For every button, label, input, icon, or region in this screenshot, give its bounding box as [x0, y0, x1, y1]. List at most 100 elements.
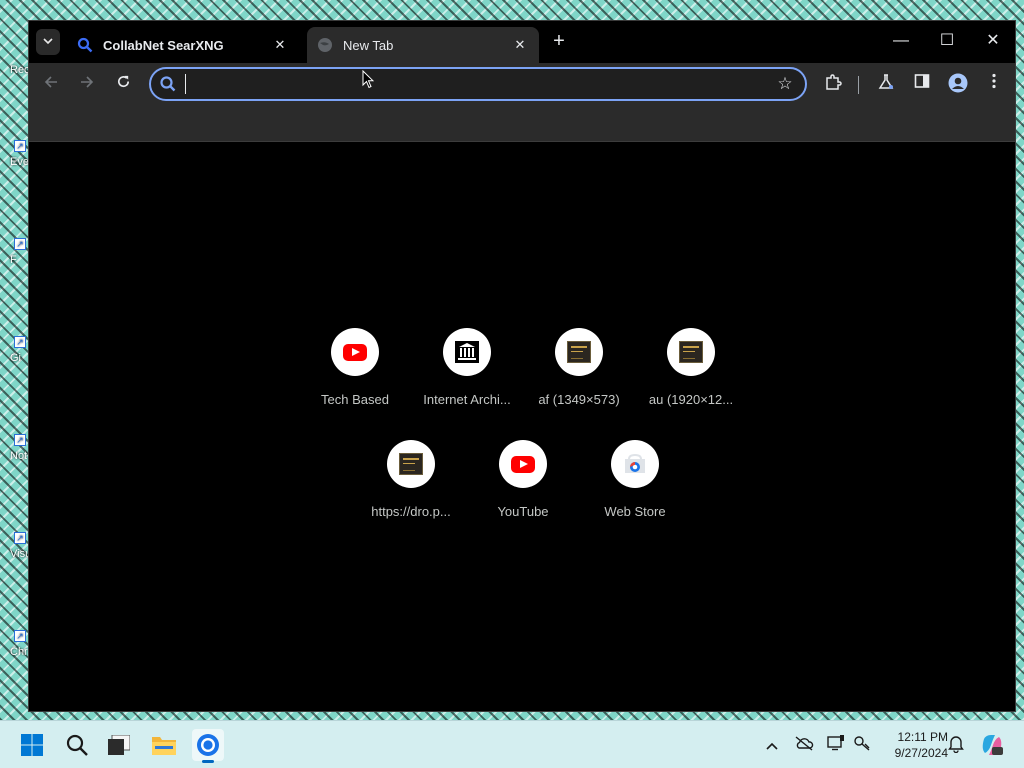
- shortcut-arrow-icon: ↗: [14, 630, 26, 642]
- terminal-icon: [108, 735, 130, 755]
- system-clock[interactable]: 12:11 PM 9/27/2024: [872, 729, 948, 761]
- onedrive-offline-icon[interactable]: [794, 735, 814, 755]
- taskbar-app-terminal[interactable]: [103, 729, 135, 761]
- taskbar: 12:11 PM 9/27/2024: [0, 720, 1024, 768]
- desktop-icon-gi[interactable]: ↗ Gi: [2, 336, 28, 376]
- desktop-icon-label: Eve: [10, 156, 29, 168]
- close-tab-button[interactable]: ✕: [511, 36, 529, 54]
- back-button[interactable]: [39, 72, 63, 96]
- shortcut-tile[interactable]: YouTube: [467, 440, 579, 540]
- reload-icon: [117, 75, 129, 88]
- shortcut-tile[interactable]: Web Store: [579, 440, 691, 540]
- desktop-icon-chr[interactable]: ↗ Chr: [2, 630, 28, 670]
- tab-title: CollabNet SearXNG: [103, 37, 224, 53]
- start-button[interactable]: [16, 729, 48, 761]
- shortcut-arrow-icon: ↗: [14, 434, 26, 446]
- close-window-button[interactable]: ✕: [978, 29, 1008, 53]
- arrow-right-icon: [81, 76, 94, 88]
- network-icon[interactable]: [852, 735, 872, 755]
- clock-date: 9/27/2024: [894, 746, 948, 760]
- maximize-button[interactable]: ☐: [932, 29, 962, 53]
- search-icon: [159, 75, 177, 93]
- close-tab-button[interactable]: ✕: [271, 36, 289, 54]
- desktop-icon-label: Gi: [10, 352, 21, 364]
- shortcut-icon-circle: [667, 328, 715, 376]
- toolbar-divider: [858, 76, 859, 94]
- shortcut-arrow-icon: ↗: [14, 238, 26, 250]
- new-tab-button[interactable]: +: [547, 30, 571, 54]
- desktop-icon-f[interactable]: ↗ F: [2, 238, 28, 278]
- archive-icon: [455, 341, 479, 363]
- address-input[interactable]: [185, 74, 765, 94]
- thumbnail-icon: [399, 453, 423, 475]
- chrome-icon: [197, 734, 219, 756]
- shortcut-icon-circle: [611, 440, 659, 488]
- shortcut-label: af (1349×573): [538, 392, 620, 407]
- taskbar-app-file-explorer[interactable]: [148, 729, 180, 761]
- chevron-up-icon[interactable]: [762, 735, 782, 755]
- shortcut-tile[interactable]: https://dro.p...: [355, 440, 467, 540]
- web-store-icon: [625, 453, 645, 473]
- search-icon: [66, 734, 88, 756]
- active-app-indicator: [202, 760, 214, 763]
- mouse-cursor-icon: [362, 70, 374, 89]
- minimize-button[interactable]: —: [886, 29, 916, 53]
- shortcut-label: Web Store: [604, 504, 666, 519]
- desktop-icon-visu[interactable]: ↗ Visu: [2, 532, 31, 572]
- shortcut-tile[interactable]: Tech Based: [299, 328, 411, 428]
- desktop-icon-label: Chr: [10, 646, 28, 658]
- shortcut-icon-circle: [499, 440, 547, 488]
- desktop-icon-label: Not: [10, 450, 28, 462]
- shortcut-label: YouTube: [497, 504, 549, 519]
- shortcut-tile[interactable]: Internet Archi...: [411, 328, 523, 428]
- windows-logo-icon: [21, 734, 43, 756]
- shortcut-icon-circle: [443, 328, 491, 376]
- labs-flask-icon[interactable]: [875, 73, 897, 95]
- more-menu-icon[interactable]: [983, 73, 1005, 95]
- display-icon[interactable]: [826, 735, 846, 755]
- tab-strip: CollabNet SearXNG ✕ New Tab ✕ + — ☐ ✕: [29, 21, 1015, 63]
- shortcut-label: Tech Based: [321, 392, 389, 407]
- shortcut-label: au (1920×12...: [648, 392, 734, 407]
- chevron-down-icon: [43, 38, 53, 45]
- tab-new-tab[interactable]: New Tab ✕: [307, 27, 539, 63]
- shortcut-icon-circle: [331, 328, 379, 376]
- browser-toolbar: ☆: [29, 63, 1015, 105]
- forward-button[interactable]: [75, 72, 99, 96]
- desktop-icon-recycle[interactable]: Rec: [2, 48, 30, 88]
- youtube-icon: [343, 343, 367, 361]
- taskbar-search-button[interactable]: [61, 729, 93, 761]
- tab-collabnet-searxng[interactable]: CollabNet SearXNG ✕: [67, 27, 299, 63]
- address-bar[interactable]: ☆: [149, 67, 807, 101]
- desktop-icon-label: F: [10, 254, 17, 266]
- taskbar-app-chrome[interactable]: [192, 729, 224, 763]
- copilot-icon[interactable]: [980, 733, 1004, 757]
- desktop-icon-not[interactable]: ↗ Not: [2, 434, 28, 474]
- shortcut-tile[interactable]: au (1920×12...: [635, 328, 747, 428]
- youtube-icon: [511, 455, 535, 473]
- tab-title: New Tab: [343, 37, 394, 53]
- shortcut-label: https://dro.p...: [371, 504, 451, 519]
- search-icon: [77, 37, 93, 53]
- thumbnail-icon: [679, 341, 703, 363]
- reload-button[interactable]: [111, 72, 135, 96]
- shortcut-arrow-icon: ↗: [14, 532, 26, 544]
- notification-bell-icon[interactable]: [946, 735, 966, 755]
- bookmark-bar: [29, 105, 1015, 142]
- globe-icon: [317, 37, 333, 53]
- arrow-left-icon: [44, 76, 57, 88]
- desktop-icon-eve[interactable]: ↗ Eve: [2, 140, 29, 180]
- new-tab-page: Tech Based Internet Archi... af (1349×57…: [29, 143, 1015, 711]
- profile-avatar-icon[interactable]: [947, 73, 969, 95]
- shortcut-icon-circle: [387, 440, 435, 488]
- shortcut-tile[interactable]: af (1349×573): [523, 328, 635, 428]
- desktop-icon-label: Rec: [10, 64, 30, 76]
- shortcut-arrow-icon: ↗: [14, 140, 26, 152]
- tab-search-button[interactable]: [36, 29, 60, 55]
- shortcut-icon-circle: [555, 328, 603, 376]
- extensions-icon[interactable]: [822, 73, 844, 95]
- bookmark-star-icon[interactable]: ☆: [775, 74, 795, 94]
- shortcut-label: Internet Archi...: [423, 392, 511, 407]
- clock-time: 12:11 PM: [897, 730, 948, 744]
- side-panel-icon[interactable]: [911, 73, 933, 95]
